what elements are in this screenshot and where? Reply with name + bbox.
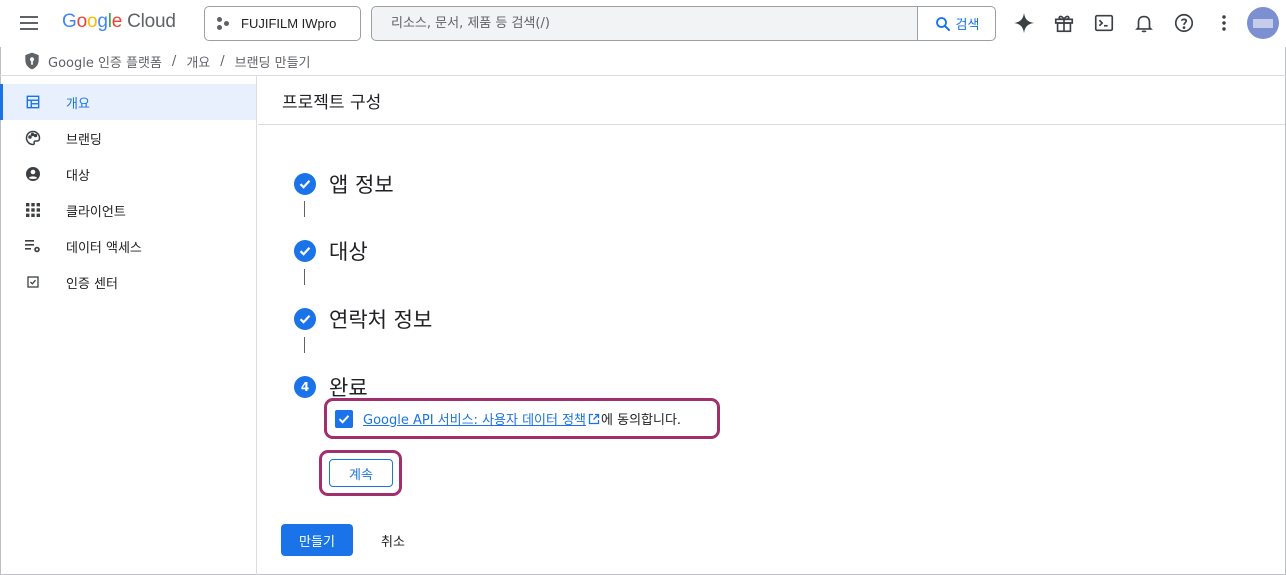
- step-label: 앱 정보: [329, 173, 394, 197]
- search-input[interactable]: [372, 7, 918, 40]
- more-vert-icon[interactable]: [1211, 10, 1237, 36]
- project-name: FUJIFILM IWpro: [241, 16, 337, 31]
- project-picker-button[interactable]: FUJIFILM IWpro: [204, 6, 361, 41]
- sidebar-item-label: 클라이언트: [66, 204, 126, 220]
- google-cloud-logo[interactable]: Google Cloud: [62, 11, 176, 33]
- breadcrumb-item-overview[interactable]: 개요: [186, 52, 210, 71]
- step-audience[interactable]: 대상: [294, 236, 368, 266]
- gemini-spark-icon[interactable]: [1011, 10, 1037, 36]
- sidebar-item-label: 대상: [66, 168, 90, 184]
- consent-suffix: 에 동의합니다.: [601, 413, 682, 428]
- check-circle-icon: [294, 308, 316, 330]
- search-button[interactable]: 검색: [917, 7, 995, 40]
- consent-checkbox[interactable]: [335, 409, 353, 428]
- title-divider: [258, 124, 1285, 125]
- check-circle-icon: [294, 173, 316, 195]
- verified-checkbox-icon: [25, 274, 41, 290]
- step-label: 대상: [329, 240, 368, 264]
- continue-button[interactable]: 계속: [329, 459, 393, 487]
- data-settings-icon: [25, 238, 41, 254]
- step-connector: [304, 201, 305, 217]
- sidebar-item-branding[interactable]: 브랜딩: [0, 120, 256, 156]
- logo-google-text: Google: [62, 11, 123, 32]
- sidebar-item-clients[interactable]: 클라이언트: [0, 192, 256, 228]
- cancel-button[interactable]: 취소: [368, 524, 418, 556]
- consent-highlight: Google API 서비스: 사용자 데이터 정책 에 동의합니다.: [324, 398, 720, 439]
- user-data-policy-link[interactable]: Google API 서비스: 사용자 데이터 정책: [363, 409, 586, 428]
- open-in-new-icon: [588, 413, 600, 425]
- sidebar-item-overview[interactable]: 개요: [0, 84, 256, 120]
- sidebar-item-audience[interactable]: 대상: [0, 156, 256, 192]
- menu-icon[interactable]: [14, 9, 44, 37]
- main-content: 프로젝트 구성 앱 정보 대상 연락처 정보 4 완료 Google API 서…: [258, 76, 1285, 574]
- step-app-info[interactable]: 앱 정보: [294, 169, 394, 199]
- sidebar: 개요 브랜딩 대상 클라이언트 데이터 액세스 인증 센터: [0, 76, 257, 575]
- project-dots-icon: [217, 16, 231, 31]
- step-number-badge: 4: [294, 376, 316, 398]
- top-bar: GoogleCloud FUJIFILM IWpro 검색: [0, 0, 1286, 47]
- step-connector: [304, 337, 305, 353]
- bell-icon[interactable]: [1131, 10, 1157, 36]
- logo-cloud-text: Cloud: [127, 11, 176, 32]
- step-label: 연락처 정보: [329, 308, 433, 332]
- sidebar-item-label: 브랜딩: [66, 132, 102, 148]
- consent-text: Google API 서비스: 사용자 데이터 정책 에 동의합니다.: [363, 409, 681, 428]
- sidebar-item-label: 데이터 액세스: [66, 240, 142, 256]
- step-contact-info[interactable]: 연락처 정보: [294, 304, 432, 334]
- sidebar-item-data-access[interactable]: 데이터 액세스: [0, 228, 256, 264]
- sidebar-item-label: 개요: [66, 96, 90, 112]
- step-connector: [304, 269, 305, 285]
- breadcrumb-item-create-branding: 브랜딩 만들기: [234, 55, 311, 71]
- sidebar-item-verification-center[interactable]: 인증 센터: [0, 264, 256, 300]
- breadcrumb: Google 인증 플랫폼 / 개요 / 브랜딩 만들기: [0, 47, 1286, 76]
- continue-highlight: 계속: [319, 450, 402, 496]
- breadcrumb-separator: /: [220, 53, 225, 69]
- apps-grid-icon: [25, 202, 41, 218]
- help-icon[interactable]: [1171, 10, 1197, 36]
- palette-icon: [25, 130, 41, 146]
- breadcrumb-item-platform[interactable]: Google 인증 플랫폼: [48, 52, 162, 71]
- dashboard-icon: [25, 94, 41, 110]
- search-box: 검색: [371, 6, 996, 41]
- search-icon: [934, 15, 952, 33]
- search-button-label: 검색: [955, 18, 980, 33]
- cloud-shell-icon[interactable]: [1091, 10, 1117, 36]
- sidebar-item-label: 인증 센터: [66, 276, 118, 292]
- breadcrumb-separator: /: [171, 53, 177, 69]
- avatar[interactable]: [1247, 7, 1279, 39]
- page-title: 프로젝트 구성: [282, 93, 382, 113]
- account-circle-icon: [25, 166, 41, 182]
- check-circle-icon: [294, 240, 316, 262]
- create-button[interactable]: 만들기: [281, 524, 353, 556]
- gift-icon[interactable]: [1051, 10, 1077, 36]
- shield-lock-icon: [22, 51, 42, 71]
